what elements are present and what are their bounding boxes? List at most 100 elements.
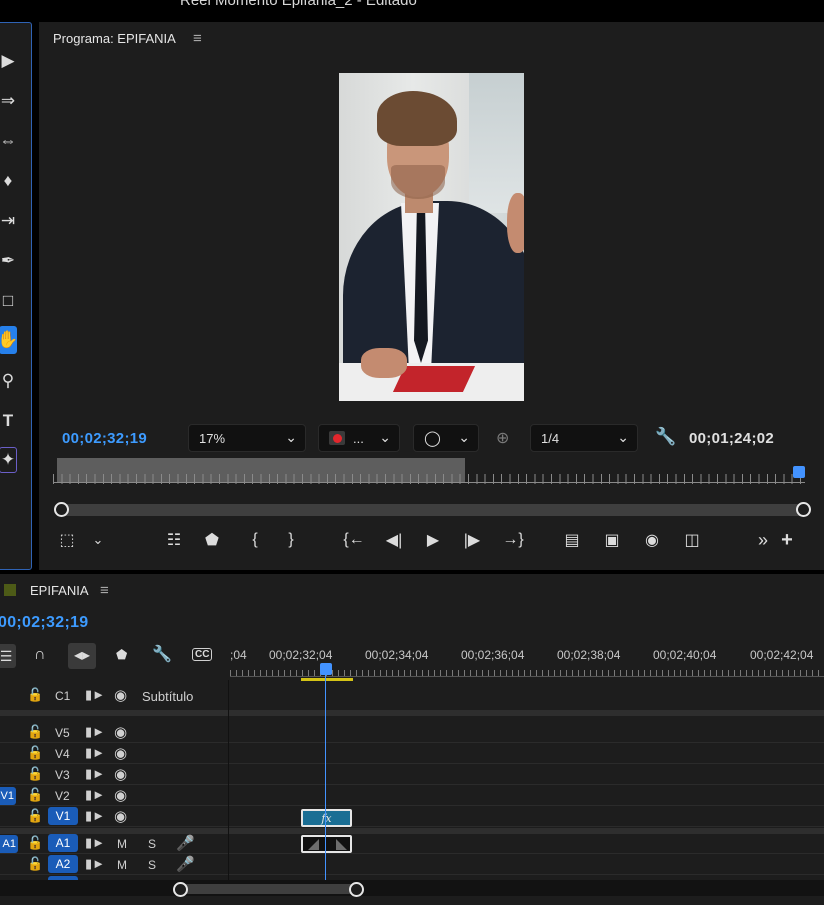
lock-icon[interactable]: 🔓 (27, 808, 43, 824)
mark-out-icon[interactable]: } (281, 528, 301, 552)
rectangle-tool-icon[interactable]: □ (0, 287, 19, 315)
remix-tool-icon[interactable]: ✦ (0, 447, 17, 473)
source-patch-a1[interactable]: A1 (0, 835, 18, 853)
timeline-timecode[interactable]: 00;02;32;19 (0, 614, 88, 632)
record-settings-value: ... (353, 430, 364, 446)
pen-tool-icon[interactable]: ✒ (0, 247, 19, 275)
playhead-timecode[interactable]: 00;02;32;19 (62, 430, 147, 447)
lock-icon[interactable]: 🔓 (27, 745, 43, 761)
sync-lock-icon[interactable]: ▮► (85, 766, 105, 782)
extract-icon[interactable]: ▣ (599, 528, 625, 552)
insert-nest-icon[interactable]: ☰ (0, 644, 16, 668)
timeline-scroll-area (0, 880, 824, 896)
audio-clip[interactable] (301, 835, 352, 853)
zoom-level-dropdown[interactable]: 17% ⌄ (188, 424, 306, 452)
source-patch-v1[interactable]: V1 (0, 787, 16, 805)
sync-lock-icon[interactable]: ▮► (85, 724, 105, 740)
lasso-dropdown[interactable]: ◯ ⌄ (413, 424, 479, 452)
record-settings-dropdown[interactable]: ... ⌄ (318, 424, 400, 452)
comparison-view-icon[interactable]: ⬚ (57, 528, 77, 552)
wrench-icon[interactable]: 🔧 (152, 644, 172, 664)
add-marker-icon[interactable]: ⬟ (116, 647, 127, 663)
track-name: V4 (55, 747, 70, 761)
go-to-in-icon[interactable]: {← (343, 528, 365, 552)
transition-icon (336, 839, 347, 850)
go-to-out-icon[interactable]: →} (501, 528, 525, 552)
sync-lock-icon[interactable]: ▮► (85, 787, 105, 803)
snap-magnet-icon[interactable]: ∩ (34, 646, 46, 664)
sync-lock-icon[interactable]: ▮► (85, 856, 105, 872)
scrollbar-right-handle[interactable] (796, 502, 811, 517)
microphone-icon[interactable]: 🎤 (176, 834, 195, 852)
sequence-color-swatch (4, 584, 16, 596)
scrollbar-left-handle[interactable] (54, 502, 69, 517)
monitor-playhead[interactable] (793, 466, 805, 478)
sync-lock-icon[interactable]: ▮► (85, 745, 105, 761)
monitor-zoom-scrollbar[interactable] (57, 504, 805, 516)
microphone-icon[interactable]: 🎤 (176, 855, 195, 873)
lock-icon[interactable]: 🔓 (27, 766, 43, 782)
step-forward-icon[interactable]: |▶ (461, 528, 483, 552)
timeline-zoom-scrollbar[interactable] (180, 884, 356, 894)
type-tool-icon[interactable]: T (0, 407, 19, 435)
ruler-label: 00;02;38;04 (557, 648, 621, 662)
more-controls-icon[interactable]: » (753, 528, 773, 552)
wrench-icon[interactable]: 🔧 (655, 427, 676, 447)
extract-frame-icon[interactable]: ☷ (163, 528, 185, 552)
mute-button[interactable]: M (117, 858, 127, 872)
track-select-forward-tool-icon[interactable]: ⇒ (0, 87, 19, 115)
mark-in-icon[interactable]: { (245, 528, 265, 552)
add-marker-icon[interactable]: ⬟ (202, 528, 222, 552)
eye-icon[interactable]: ◉ (114, 723, 127, 741)
track-target-a1[interactable]: A1 (48, 834, 78, 852)
button-editor-icon[interactable]: + (777, 528, 797, 552)
sync-lock-icon[interactable]: ▮► (85, 835, 105, 851)
duration-timecode: 00;01;24;02 (689, 430, 775, 447)
timeline-playhead[interactable] (320, 663, 332, 675)
chevron-down-icon[interactable]: ⌄ (89, 528, 107, 552)
safe-margins-icon[interactable]: ⊕ (496, 428, 509, 448)
selection-tool-icon[interactable]: ▶ (0, 47, 19, 75)
hand-tool-icon[interactable]: ✋ (0, 326, 19, 354)
eye-icon[interactable]: ◉ (114, 807, 127, 825)
comparison-layout-icon[interactable]: ◫ (679, 528, 705, 552)
camera-icon[interactable]: ◉ (641, 528, 663, 552)
zoom-tool-icon[interactable]: ⚲ (0, 367, 19, 395)
play-icon[interactable]: ▶ (422, 528, 444, 552)
video-clip[interactable]: fx (301, 809, 352, 827)
scrollbar-left-handle[interactable] (173, 882, 188, 897)
panel-menu-icon[interactable]: ≡ (100, 582, 109, 599)
eye-icon[interactable]: ◉ (114, 744, 127, 762)
lift-icon[interactable]: ▤ (559, 528, 585, 552)
slip-tool-icon[interactable]: ⇥ (0, 207, 19, 235)
razor-tool-icon[interactable]: ♦ (0, 167, 19, 195)
program-video-frame (339, 73, 524, 401)
ruler-label: 00;02;40;04 (653, 648, 717, 662)
eye-icon[interactable]: ◉ (114, 686, 127, 704)
track-target-v1[interactable]: V1 (48, 807, 78, 825)
solo-button[interactable]: S (148, 837, 156, 851)
lock-icon[interactable]: 🔓 (27, 787, 43, 803)
mute-button[interactable]: M (117, 837, 127, 851)
eye-icon[interactable]: ◉ (114, 786, 127, 804)
sync-lock-icon[interactable]: ▮► (85, 808, 105, 824)
lock-icon[interactable]: 🔓 (27, 724, 43, 740)
track-target-a2[interactable]: A2 (48, 855, 78, 873)
lock-icon[interactable]: 🔓 (27, 835, 43, 851)
playback-resolution-dropdown[interactable]: 1/4 ⌄ (530, 424, 638, 452)
step-back-icon[interactable]: ◀| (383, 528, 405, 552)
lock-icon[interactable]: 🔓 (27, 687, 43, 703)
work-area-bar[interactable] (301, 678, 353, 681)
captions-icon[interactable]: CC (192, 648, 213, 661)
panel-menu-icon[interactable]: ≡ (193, 30, 202, 47)
track-name: V5 (55, 726, 70, 740)
playback-resolution-value: 1/4 (541, 430, 560, 446)
solo-button[interactable]: S (148, 858, 156, 872)
ripple-edit-tool-icon[interactable]: ⇔ (0, 127, 19, 155)
eye-icon[interactable]: ◉ (114, 765, 127, 783)
sequence-tab[interactable]: EPIFANIA (30, 583, 89, 598)
sync-lock-icon[interactable]: ▮► (85, 687, 105, 703)
lock-icon[interactable]: 🔓 (27, 856, 43, 872)
scrollbar-right-handle[interactable] (349, 882, 364, 897)
linked-selection-icon[interactable]: ◂▸ (68, 643, 96, 669)
